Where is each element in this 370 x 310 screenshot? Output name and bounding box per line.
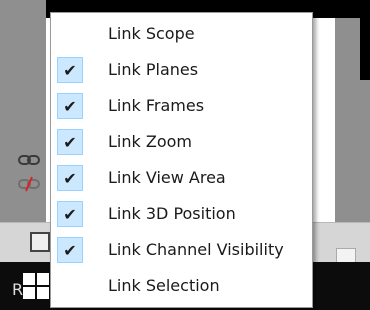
menu-item-label: Link Planes bbox=[108, 60, 199, 79]
menu-item-link-view-area[interactable]: ✔ Link View Area bbox=[51, 160, 312, 195]
menu-item-link-zoom[interactable]: ✔ Link Zoom bbox=[51, 124, 312, 159]
menu-item-link-scope[interactable]: Link Scope bbox=[51, 16, 312, 51]
menu-item-label: Link Scope bbox=[108, 24, 195, 43]
menu-item-label: Link Zoom bbox=[108, 132, 192, 151]
background-square-button[interactable] bbox=[30, 232, 50, 252]
unlink-icon[interactable] bbox=[18, 176, 40, 192]
checkmark-icon: ✔ bbox=[57, 129, 83, 155]
windows-logo-icon[interactable] bbox=[22, 272, 50, 300]
checkmark-icon: ✔ bbox=[57, 57, 83, 83]
checkmark-icon: ✔ bbox=[57, 93, 83, 119]
checkmark-icon: ✔ bbox=[57, 237, 83, 263]
background-left-panel bbox=[0, 0, 46, 240]
menu-item-label: Link 3D Position bbox=[108, 204, 236, 223]
menu-item-link-channel-visibility[interactable]: ✔ Link Channel Visibility bbox=[51, 232, 312, 267]
link-options-menu: Link Scope ✔ Link Planes ✔ Link Frames ✔… bbox=[50, 12, 313, 308]
menu-item-label: Link Channel Visibility bbox=[108, 240, 284, 259]
background-right-strip bbox=[360, 0, 370, 80]
link-icon[interactable] bbox=[18, 152, 40, 168]
menu-item-label: Link Selection bbox=[108, 276, 220, 295]
menu-item-label: Link View Area bbox=[108, 168, 226, 187]
menu-item-link-planes[interactable]: ✔ Link Planes bbox=[51, 52, 312, 87]
menu-item-link-selection[interactable]: Link Selection bbox=[51, 268, 312, 303]
checkmark-icon: ✔ bbox=[57, 201, 83, 227]
menu-item-label: Link Frames bbox=[108, 96, 205, 115]
menu-item-link-frames[interactable]: ✔ Link Frames bbox=[51, 88, 312, 123]
app-window: R Link Scope ✔ Link Planes ✔ Link Frames… bbox=[0, 0, 370, 310]
menu-item-link-3d-position[interactable]: ✔ Link 3D Position bbox=[51, 196, 312, 231]
checkmark-icon: ✔ bbox=[57, 165, 83, 191]
